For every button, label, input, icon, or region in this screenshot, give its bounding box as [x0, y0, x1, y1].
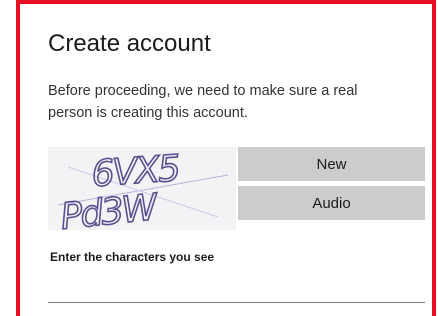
create-account-dialog: Create account Before proceeding, we nee… [16, 0, 436, 316]
new-captcha-button-label: New [316, 155, 347, 173]
captcha-input[interactable] [48, 274, 425, 303]
captcha-graphic: 6VX5 Pd3W [48, 147, 236, 239]
captcha-input-label: Enter the characters you see [50, 250, 215, 264]
new-captcha-button[interactable]: New [238, 147, 425, 181]
page-title: Create account [48, 30, 211, 57]
audio-captcha-button-label: Audio [312, 194, 351, 212]
captcha-image: 6VX5 Pd3W [48, 147, 236, 239]
description-text: Before proceeding, we need to make sure … [48, 83, 358, 121]
audio-captcha-button[interactable]: Audio [238, 186, 425, 220]
